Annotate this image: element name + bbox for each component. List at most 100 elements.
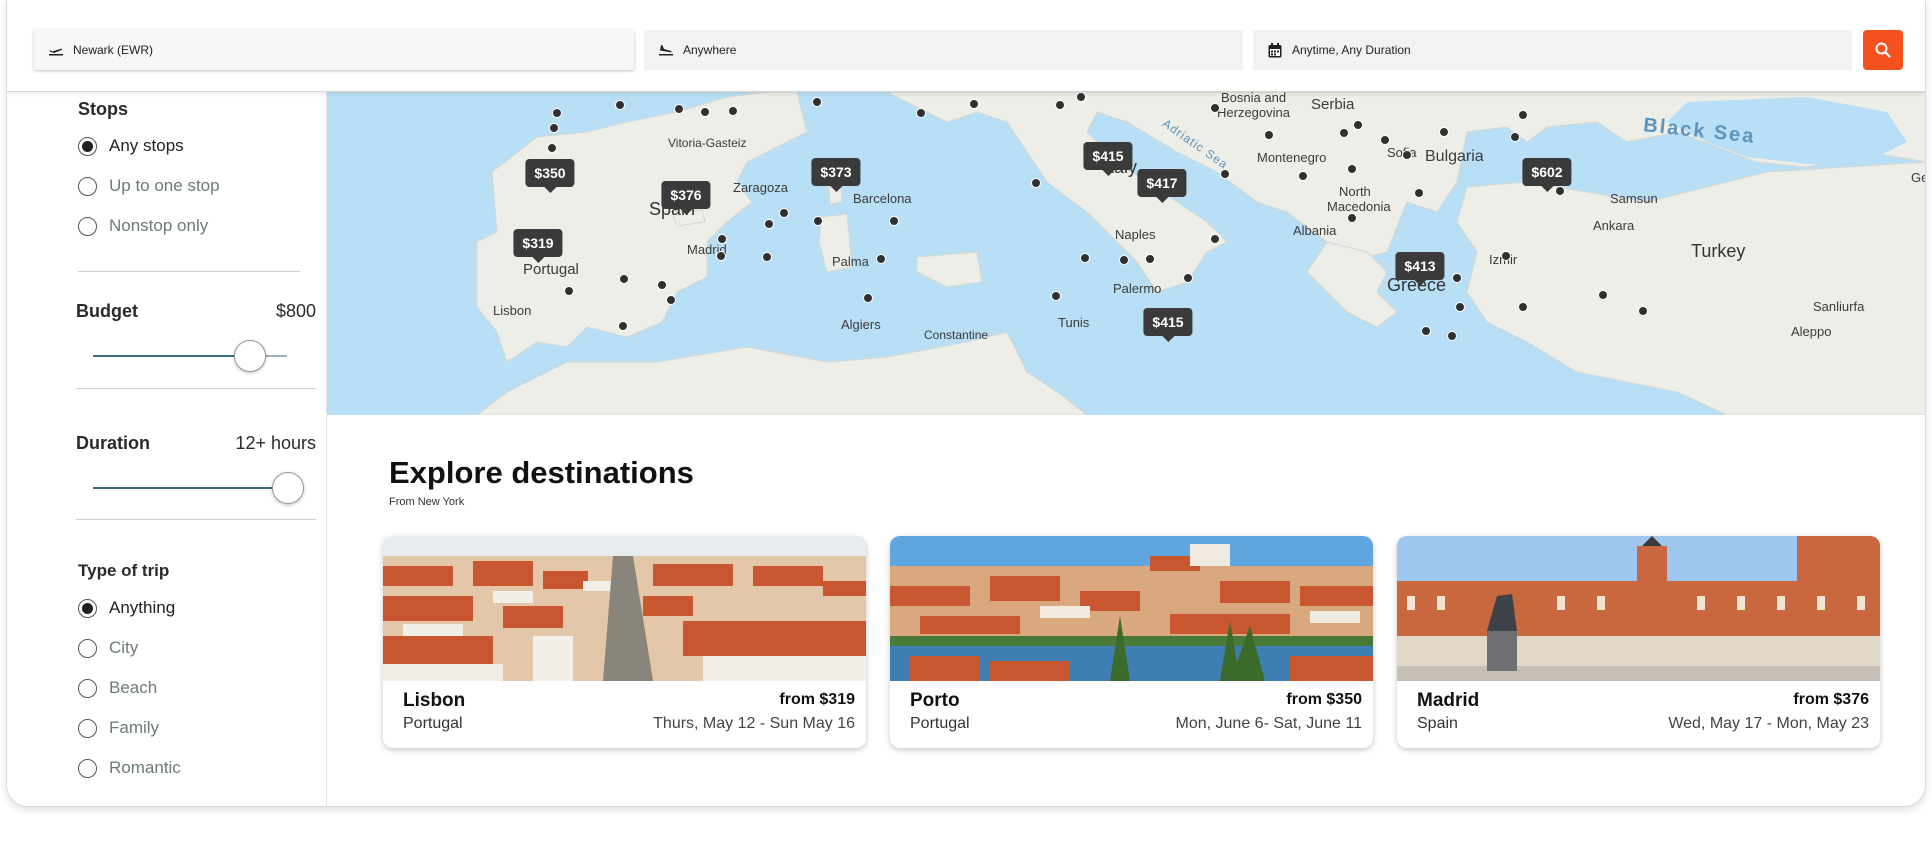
airport-dot[interactable] <box>1298 171 1308 181</box>
airport-dot[interactable] <box>916 108 926 118</box>
stops-option-one[interactable]: Up to one stop <box>78 176 220 196</box>
airport-dot[interactable] <box>618 321 628 331</box>
duration-slider-track[interactable] <box>93 487 289 489</box>
airport-dot[interactable] <box>1080 253 1090 263</box>
airport-dot[interactable] <box>716 251 726 261</box>
airport-dot[interactable] <box>1339 128 1349 138</box>
destination-photo <box>890 536 1373 681</box>
airport-dot[interactable] <box>1264 130 1274 140</box>
airport-dot[interactable] <box>1452 273 1462 283</box>
dates-field[interactable]: Anytime, Any Duration <box>1253 30 1852 70</box>
airport-dot[interactable] <box>889 216 899 226</box>
duration-slider-thumb[interactable] <box>272 472 304 504</box>
airport-dot[interactable] <box>1421 326 1431 336</box>
destination-card[interactable]: Madrid Spain from $376 Wed, May 17 - Mon… <box>1397 536 1880 748</box>
airport-dot[interactable] <box>1455 302 1465 312</box>
airport-dot[interactable] <box>969 99 979 109</box>
price-pin[interactable]: $373 <box>811 158 861 192</box>
airport-dot[interactable] <box>779 208 789 218</box>
airport-dot[interactable] <box>762 252 772 262</box>
airport-dot[interactable] <box>700 107 710 117</box>
airport-dot[interactable] <box>1183 273 1193 283</box>
price-pin[interactable]: $415 <box>1083 142 1133 176</box>
price-pin[interactable]: $376 <box>661 181 711 215</box>
airport-dot[interactable] <box>1638 306 1648 316</box>
stops-option-nonstop[interactable]: Nonstop only <box>78 216 208 236</box>
search-button[interactable] <box>1863 30 1903 70</box>
airport-dot[interactable] <box>1031 178 1041 188</box>
airport-dot[interactable] <box>728 106 738 116</box>
radio[interactable] <box>78 758 97 778</box>
stops-option-any[interactable]: Any stops <box>78 136 184 156</box>
airport-dot[interactable] <box>1501 251 1511 261</box>
airport-dot[interactable] <box>1518 110 1528 120</box>
trip-option-beach[interactable]: Beach <box>78 678 157 698</box>
destination-photo <box>1397 536 1880 681</box>
airport-dot[interactable] <box>1210 234 1220 244</box>
airport-dot[interactable] <box>666 295 676 305</box>
airport-dot[interactable] <box>1119 255 1129 265</box>
airport-dot[interactable] <box>863 293 873 303</box>
airport-dot[interactable] <box>619 274 629 284</box>
destination-card[interactable]: Lisbon Portugal from $319 Thurs, May 12 … <box>383 536 866 748</box>
airport-dot[interactable] <box>876 254 886 264</box>
radio[interactable] <box>78 216 97 236</box>
destination-card[interactable]: Porto Portugal from $350 Mon, June 6- Sa… <box>890 536 1373 748</box>
price-pin[interactable]: $417 <box>1137 169 1187 203</box>
trip-option-romantic[interactable]: Romantic <box>78 758 181 778</box>
airport-dot[interactable] <box>1402 150 1412 160</box>
airport-dot[interactable] <box>1414 188 1424 198</box>
airport-dot[interactable] <box>717 234 727 244</box>
airport-dot[interactable] <box>1518 302 1528 312</box>
budget-header: Budget $800 <box>76 301 316 322</box>
airport-dot[interactable] <box>1055 100 1065 110</box>
airport-dot[interactable] <box>1439 127 1449 137</box>
airport-dot[interactable] <box>549 123 559 133</box>
airport-dot[interactable] <box>1347 164 1357 174</box>
airport-dot[interactable] <box>1220 169 1230 179</box>
airport-dot[interactable] <box>1051 291 1061 301</box>
filters-sidebar: Stops Any stops Up to one stop Nonstop o… <box>7 92 327 806</box>
airport-dot[interactable] <box>564 286 574 296</box>
budget-slider-thumb[interactable] <box>234 340 266 372</box>
radio[interactable] <box>78 638 97 658</box>
airport-dot[interactable] <box>1598 290 1608 300</box>
explore-subtitle: From New York <box>389 496 465 508</box>
airport-dot[interactable] <box>552 108 562 118</box>
airport-dot[interactable] <box>812 97 822 107</box>
origin-field[interactable]: Newark (EWR) <box>34 30 634 70</box>
trip-option-city[interactable]: City <box>78 638 138 658</box>
price-pin[interactable]: $415 <box>1143 308 1193 342</box>
airport-dot[interactable] <box>1076 92 1086 102</box>
airport-dot[interactable] <box>547 143 557 153</box>
radio[interactable] <box>78 678 97 698</box>
airport-dot[interactable] <box>813 216 823 226</box>
airport-dot[interactable] <box>1555 186 1565 196</box>
price-pin[interactable]: $602 <box>1522 158 1572 192</box>
price-pin[interactable]: $319 <box>513 229 563 263</box>
trip-option-family[interactable]: Family <box>78 718 159 738</box>
airport-dot[interactable] <box>764 219 774 229</box>
radio-selected[interactable] <box>78 136 97 156</box>
airport-dot[interactable] <box>1145 254 1155 264</box>
destinations-map[interactable]: Black Sea Adriatic Sea Bosnia and Herzeg… <box>327 92 1925 415</box>
airport-dot[interactable] <box>1510 132 1520 142</box>
airport-dot[interactable] <box>674 104 684 114</box>
radio-selected[interactable] <box>78 598 97 618</box>
price-pin[interactable]: $350 <box>525 159 575 193</box>
trip-option-anything[interactable]: Anything <box>78 598 175 618</box>
airport-dot[interactable] <box>615 100 625 110</box>
destination-field[interactable]: Anywhere <box>644 30 1243 70</box>
airport-dot[interactable] <box>1380 135 1390 145</box>
airport-dot[interactable] <box>1210 103 1220 113</box>
budget-slider-track[interactable] <box>93 355 250 357</box>
price-pin[interactable]: $413 <box>1395 252 1445 286</box>
airport-dot[interactable] <box>1353 120 1363 130</box>
place-label: Palermo <box>1113 281 1162 296</box>
airport-dot[interactable] <box>1347 213 1357 223</box>
radio[interactable] <box>78 718 97 738</box>
place-label: Portugal <box>523 261 579 278</box>
radio[interactable] <box>78 176 97 196</box>
airport-dot[interactable] <box>657 280 667 290</box>
airport-dot[interactable] <box>1447 331 1457 341</box>
